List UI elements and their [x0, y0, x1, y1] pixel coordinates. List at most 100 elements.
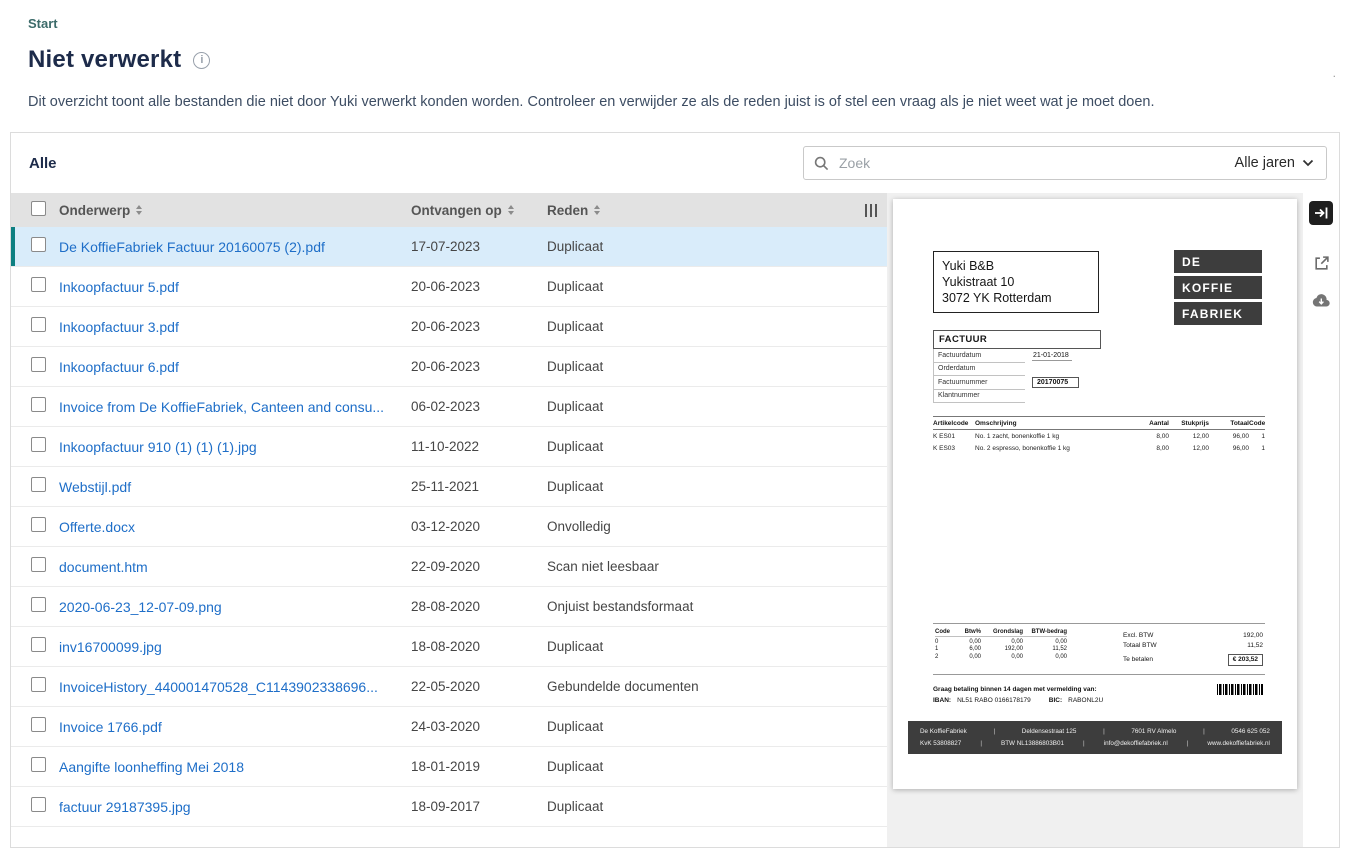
items-col-header: Aantal	[1149, 419, 1169, 427]
tab-alle[interactable]: Alle	[29, 155, 57, 172]
search-box: Alle jaren	[803, 146, 1327, 180]
table-row[interactable]: Inkoopfactuur 5.pdf 20-06-2023 Duplicaat	[11, 267, 887, 307]
row-subject-link[interactable]: document.htm	[59, 559, 399, 575]
table-row[interactable]: document.htm 22-09-2020 Scan niet leesbaar	[11, 547, 887, 587]
recipient-line: 3072 YK Rotterdam	[942, 291, 1052, 305]
table-row[interactable]: Inkoopfactuur 6.pdf 20-06-2023 Duplicaat	[11, 347, 887, 387]
footer-text: 7601 RV Almelo	[1131, 727, 1177, 735]
row-subject-link[interactable]: Inkoopfactuur 6.pdf	[59, 359, 399, 375]
invoice-recipient-address: Yuki B&B Yukistraat 10 3072 YK Rotterdam	[933, 251, 1099, 313]
table-row[interactable]: Webstijl.pdf 25-11-2021 Duplicaat	[11, 467, 887, 507]
row-checkbox[interactable]	[31, 756, 46, 772]
table-row[interactable]: factuur 29187395.jpg 18-09-2017 Duplicaat	[11, 787, 887, 827]
row-checkbox[interactable]	[31, 676, 46, 692]
row-received-date: 22-05-2020	[411, 679, 481, 694]
row-received-date: 11-10-2022	[411, 439, 480, 454]
preview-toolbar	[1303, 193, 1339, 847]
table-row[interactable]: Invoice 1766.pdf 24-03-2020 Duplicaat	[11, 707, 887, 747]
row-checkbox[interactable]	[31, 276, 46, 292]
row-subject-link[interactable]: inv16700099.jpg	[59, 639, 399, 655]
row-checkbox[interactable]	[31, 236, 46, 252]
table-row[interactable]: Invoice from De KoffieFabriek, Canteen a…	[11, 387, 887, 427]
row-received-date: 17-07-2023	[411, 239, 481, 254]
breadcrumb[interactable]: Start	[28, 16, 1322, 31]
row-subject-cell: Inkoopfactuur 6.pdf	[59, 359, 411, 375]
sort-icon	[136, 205, 143, 215]
row-subject-link[interactable]: De KoffieFabriek Factuur 20160075 (2).pd…	[59, 239, 399, 255]
row-subject-link[interactable]: factuur 29187395.jpg	[59, 799, 399, 815]
row-checkbox[interactable]	[31, 596, 46, 612]
row-checkbox[interactable]	[31, 356, 46, 372]
table-row[interactable]: Offerte.docx 03-12-2020 Onvolledig	[11, 507, 887, 547]
item-cell: 1	[1261, 432, 1265, 440]
column-selector-icon[interactable]	[843, 203, 877, 217]
row-subject-link[interactable]: Offerte.docx	[59, 519, 399, 535]
row-reason: Duplicaat	[547, 319, 604, 334]
payment-note: Graag betaling binnen 14 dagen met verme…	[933, 686, 1097, 693]
table-row[interactable]: inv16700099.jpg 18-08-2020 Duplicaat	[11, 627, 887, 667]
row-subject-link[interactable]: Invoice 1766.pdf	[59, 719, 399, 735]
open-in-new-button[interactable]	[1313, 255, 1330, 272]
row-subject-link[interactable]: Inkoopfactuur 3.pdf	[59, 319, 399, 335]
collapse-preview-button[interactable]	[1309, 201, 1333, 225]
meta-label: Klantnummer	[933, 389, 1025, 403]
meta-label: Orderdatum	[933, 362, 1025, 376]
row-reason: Duplicaat	[547, 719, 604, 734]
row-subject-link[interactable]: InvoiceHistory_440001470528_C11439023386…	[59, 679, 399, 695]
table-row[interactable]: InvoiceHistory_440001470528_C11439023386…	[11, 667, 887, 707]
item-cell: 12,00	[1192, 444, 1209, 452]
row-checkbox[interactable]	[31, 436, 46, 452]
recipient-line: Yuki B&B	[942, 259, 995, 273]
footer-separator: |	[1186, 739, 1189, 747]
row-reason: Duplicaat	[547, 399, 604, 414]
row-checkbox[interactable]	[31, 636, 46, 652]
column-header-reason[interactable]: Reden	[547, 203, 843, 218]
table-row[interactable]: 2020-06-23_12-07-09.png 28-08-2020 Onjuist…	[11, 587, 887, 627]
row-subject-cell: 2020-06-23_12-07-09.png	[59, 599, 411, 615]
row-subject-link[interactable]: Inkoopfactuur 910 (1) (1) (1).jpg	[59, 439, 399, 455]
row-checkbox[interactable]	[31, 556, 46, 572]
row-subject-link[interactable]: Inkoopfactuur 5.pdf	[59, 279, 399, 295]
table-row[interactable]: Inkoopfactuur 3.pdf 20-06-2023 Duplicaat	[11, 307, 887, 347]
invoice-item-row: K ES01 No. 1 zacht, bonenkoffie 1 kg 8,00 1…	[933, 430, 1265, 442]
row-checkbox[interactable]	[31, 516, 46, 532]
item-cell: K ES01	[933, 432, 956, 440]
row-subject-link[interactable]: 2020-06-23_12-07-09.png	[59, 599, 399, 615]
row-checkbox[interactable]	[31, 476, 46, 492]
row-checkbox[interactable]	[31, 796, 46, 812]
row-checkbox[interactable]	[31, 716, 46, 732]
row-checkbox-cell	[11, 476, 59, 497]
year-filter-dropdown[interactable]: Alle jaren	[1235, 155, 1314, 171]
row-subject-cell: Webstijl.pdf	[59, 479, 411, 495]
page-description: Dit overzicht toont alle bestanden die n…	[28, 94, 1155, 110]
row-checkbox[interactable]	[31, 316, 46, 332]
items-col-header: Stukprijs	[1181, 419, 1209, 427]
table-row[interactable]: Aangifte loonheffing Mei 2018 18-01-2019 D…	[11, 747, 887, 787]
row-subject-link[interactable]: Aangifte loonheffing Mei 2018	[59, 759, 399, 775]
row-reason: Duplicaat	[547, 799, 604, 814]
invoice-preview-document[interactable]: Yuki B&B Yukistraat 10 3072 YK Rotterdam D…	[893, 199, 1297, 789]
bic-value: RABONL2U	[1068, 696, 1104, 704]
row-subject-cell: Inkoopfactuur 910 (1) (1) (1).jpg	[59, 439, 411, 455]
row-subject-cell: InvoiceHistory_440001470528_C11439023386…	[59, 679, 411, 695]
row-subject-link[interactable]: Invoice from De KoffieFabriek, Canteen a…	[59, 399, 399, 415]
sort-icon	[594, 205, 601, 215]
table-row[interactable]: Inkoopfactuur 910 (1) (1) (1).jpg 11-10-2…	[11, 427, 887, 467]
vat-col-header: Grondslag	[992, 629, 1023, 635]
column-header-subject[interactable]: Onderwerp	[59, 203, 411, 218]
table-row[interactable]: De KoffieFabriek Factuur 20160075 (2).pd…	[11, 227, 887, 267]
info-icon[interactable]: i	[193, 51, 211, 69]
row-subject-cell: inv16700099.jpg	[59, 639, 411, 655]
vat-cell: 6,00	[969, 646, 981, 652]
column-header-received[interactable]: Ontvangen op	[411, 203, 547, 218]
row-subject-link[interactable]: Webstijl.pdf	[59, 479, 399, 495]
row-checkbox[interactable]	[31, 396, 46, 412]
search-input[interactable]	[837, 154, 1227, 172]
select-all-checkbox[interactable]	[31, 201, 46, 216]
download-cloud-button[interactable]	[1311, 292, 1331, 308]
vat-cell: 0,00	[969, 653, 981, 660]
invoice-total-row: Totaal BTW 11,52	[1123, 640, 1263, 650]
row-received-date: 18-08-2020	[411, 639, 481, 654]
row-reason: Duplicaat	[547, 359, 604, 374]
row-reason: Onvolledig	[547, 519, 611, 534]
